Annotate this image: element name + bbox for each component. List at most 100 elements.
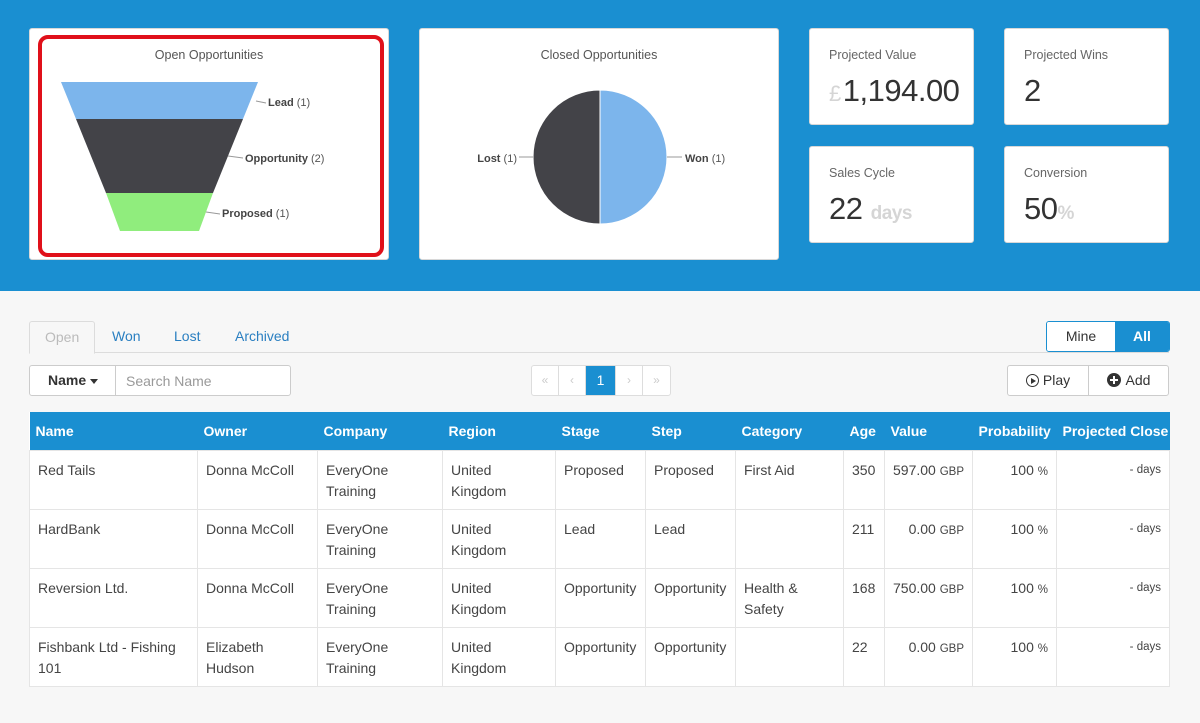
projected-value-amount: 1,194.00 xyxy=(842,73,960,108)
pager-first-button[interactable]: « xyxy=(532,366,559,395)
pie-slice-won[interactable] xyxy=(599,89,668,225)
cell-probability: 100 % xyxy=(972,449,1057,510)
funnel-label-proposed: Proposed xyxy=(222,208,273,220)
tab-open[interactable]: Open xyxy=(29,321,96,354)
col-header-owner[interactable]: Owner xyxy=(197,412,318,450)
cell-category: Health & Safety xyxy=(735,567,844,628)
cell-projected-close: - days xyxy=(1056,508,1170,569)
probability-unit: % xyxy=(1037,524,1048,537)
cell-owner: Donna McColl xyxy=(197,567,318,628)
funnel-label-lead: Lead xyxy=(268,97,294,109)
stat-label: Projected Wins xyxy=(1024,48,1109,62)
cell-age: 168 xyxy=(843,567,885,628)
col-header-category[interactable]: Category xyxy=(735,412,844,450)
cell-value: 597.00 GBP xyxy=(884,449,973,510)
conversion-value: 50 xyxy=(1024,191,1058,226)
pagination: « ‹ 1 › » xyxy=(531,365,671,396)
search-input[interactable] xyxy=(115,365,291,396)
cell-region: United Kingdom xyxy=(442,567,556,628)
cell-age: 22 xyxy=(843,626,885,687)
probability-unit: % xyxy=(1037,465,1048,478)
tab-won[interactable]: Won xyxy=(112,321,141,353)
table-row[interactable]: Reversion Ltd. Donna McColl EveryOne Tra… xyxy=(29,567,1170,628)
cell-value: 0.00 GBP xyxy=(884,626,973,687)
cell-value: 750.00 GBP xyxy=(884,567,973,628)
conversion-unit: % xyxy=(1057,203,1074,224)
table-row[interactable]: Red Tails Donna McColl EveryOne Training… xyxy=(29,449,1170,510)
svg-text:Won (1): Won (1) xyxy=(685,153,725,165)
value-amount: 0.00 xyxy=(908,638,936,655)
value-currency: GBP xyxy=(939,642,964,655)
value-currency: GBP xyxy=(939,524,964,537)
table-row[interactable]: Fishbank Ltd - Fishing 101 Elizabeth Hud… xyxy=(29,626,1170,687)
col-header-probability[interactable]: Probability xyxy=(972,412,1057,450)
tab-archived[interactable]: Archived xyxy=(235,321,289,353)
col-header-region[interactable]: Region xyxy=(442,412,556,450)
cell-probability: 100 % xyxy=(972,567,1057,628)
pager-page-1[interactable]: 1 xyxy=(586,366,616,395)
svg-text:Lost (1): Lost (1) xyxy=(477,153,517,165)
add-button[interactable]: Add xyxy=(1088,365,1169,396)
cell-value: 0.00 GBP xyxy=(884,508,973,569)
stat-sales-cycle: Sales Cycle 22 days xyxy=(809,146,974,243)
funnel-segment-proposed[interactable] xyxy=(106,193,213,231)
pager-prev-button[interactable]: ‹ xyxy=(559,366,586,395)
plus-circle-icon xyxy=(1106,373,1121,387)
sales-cycle-value: 22 xyxy=(829,191,863,226)
cell-step: Opportunity xyxy=(645,626,736,687)
col-header-company[interactable]: Company xyxy=(317,412,443,450)
value-currency: GBP xyxy=(939,465,965,478)
tab-lost[interactable]: Lost xyxy=(174,321,200,353)
col-header-name[interactable]: Name xyxy=(29,412,198,450)
stat-value: 22 days xyxy=(829,191,912,227)
play-icon xyxy=(1025,374,1039,387)
cell-step: Lead xyxy=(645,508,736,569)
currency-symbol: £ xyxy=(829,81,841,106)
closed-opportunities-card: Closed Opportunities Won (1) Lost (1) xyxy=(419,28,779,260)
col-header-projected-close[interactable]: Projected Close xyxy=(1056,412,1170,450)
funnel-segment-lead[interactable] xyxy=(61,82,258,119)
play-button[interactable]: Play xyxy=(1007,365,1089,396)
col-header-value[interactable]: Value xyxy=(884,412,973,450)
cell-name: Red Tails xyxy=(29,449,198,510)
name-filter-dropdown[interactable]: Name xyxy=(29,365,116,396)
cell-age: 211 xyxy=(843,508,885,569)
svg-text:Proposed (1): Proposed (1) xyxy=(222,208,289,220)
all-button[interactable]: All xyxy=(1115,322,1169,351)
cell-stage: Opportunity xyxy=(555,626,646,687)
cell-name: Reversion Ltd. xyxy=(29,567,198,628)
cell-stage: Proposed xyxy=(555,449,646,510)
name-filter-label: Name xyxy=(48,372,87,388)
stat-label: Sales Cycle xyxy=(829,166,895,180)
cell-region: United Kingdom xyxy=(442,449,556,510)
cell-owner: Donna McColl xyxy=(197,508,318,569)
value-amount: 750.00 xyxy=(893,579,936,596)
sales-cycle-unit: days xyxy=(870,203,913,224)
pie-count-lost: (1) xyxy=(504,153,517,165)
mine-button[interactable]: Mine xyxy=(1047,322,1115,351)
pager-next-button[interactable]: › xyxy=(616,366,643,395)
value-currency: GBP xyxy=(939,583,965,596)
cell-category: First Aid xyxy=(735,449,844,510)
funnel-segment-opportunity[interactable] xyxy=(76,119,243,193)
pie-slice-lost[interactable] xyxy=(532,89,601,225)
open-opportunities-card: Open Opportunities Lead (1) Opportunity … xyxy=(29,28,389,260)
col-header-stage[interactable]: Stage xyxy=(555,412,646,450)
col-header-age[interactable]: Age xyxy=(843,412,885,450)
cell-stage: Opportunity xyxy=(555,567,646,628)
cell-projected-close: - days xyxy=(1056,626,1170,687)
table-row[interactable]: HardBank Donna McColl EveryOne Training … xyxy=(29,508,1170,569)
col-header-step[interactable]: Step xyxy=(645,412,736,450)
cell-step: Proposed xyxy=(645,449,736,510)
cell-age: 350 xyxy=(843,449,885,510)
pager-last-button[interactable]: » xyxy=(643,366,670,395)
probability-value: 100 xyxy=(1010,520,1034,537)
projected-wins-value: 2 xyxy=(1024,73,1041,108)
cell-region: United Kingdom xyxy=(442,626,556,687)
pie-label-lost: Lost xyxy=(477,153,501,165)
stat-value: £1,194.00 xyxy=(829,73,960,109)
cell-name: Fishbank Ltd - Fishing 101 xyxy=(29,626,198,687)
cell-projected-close: - days xyxy=(1056,449,1170,510)
value-amount: 597.00 xyxy=(893,461,936,478)
funnel-count-opportunity: (2) xyxy=(311,153,324,165)
